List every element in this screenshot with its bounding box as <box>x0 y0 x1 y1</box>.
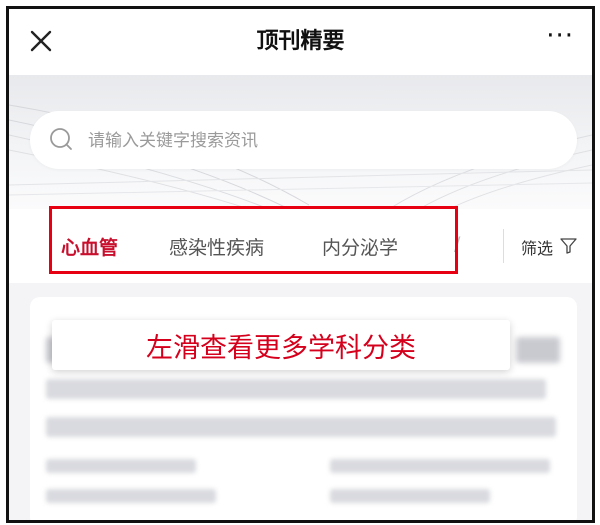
swipe-hint-text: 左滑查看更多学科分类 <box>146 333 416 364</box>
tabs-divider <box>503 229 504 263</box>
more-options-button[interactable]: ··· <box>546 21 574 51</box>
search-input[interactable] <box>86 125 550 157</box>
blurred-title-line <box>46 379 546 399</box>
app-frame: 顶刊精要 ··· 心血管 感染性疾病 内分泌学 / 筛选 <box>6 6 595 523</box>
blurred-title-fragment <box>516 337 560 363</box>
swipe-hint-tooltip: 左滑查看更多学科分类 <box>52 320 510 370</box>
tabs-highlight-box <box>49 206 458 274</box>
blurred-meta <box>330 459 550 473</box>
search-banner <box>9 75 592 209</box>
blurred-subtitle-line <box>46 417 556 437</box>
blurred-meta <box>46 489 216 503</box>
search-bar[interactable] <box>30 111 577 169</box>
article-list <box>9 283 592 520</box>
page-title: 顶刊精要 <box>256 29 345 54</box>
blurred-meta <box>46 459 196 473</box>
search-icon <box>50 128 72 150</box>
title-bar: 顶刊精要 ··· <box>9 9 592 75</box>
blurred-meta <box>330 489 490 503</box>
filter-icon[interactable] <box>560 238 577 254</box>
filter-button[interactable]: 筛选 <box>521 235 553 259</box>
